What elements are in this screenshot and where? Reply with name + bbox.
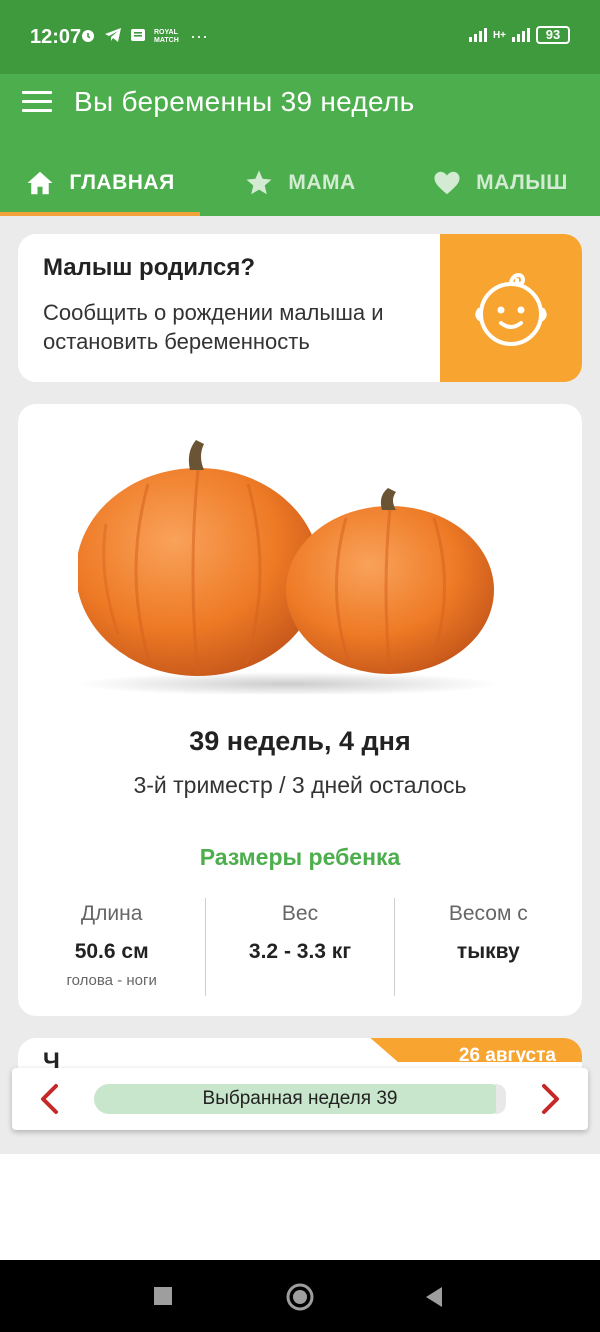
size-value: тыкву [456, 940, 520, 963]
network-type: H+ [492, 29, 506, 41]
back-button-icon[interactable] [424, 1286, 444, 1308]
size-label: Длина [80, 902, 143, 925]
heart-icon [434, 171, 460, 195]
pumpkin-image [78, 440, 498, 694]
signal-icon-2 [512, 28, 530, 42]
system-navigation-bar [0, 1260, 600, 1332]
app-bar: Вы беременны 39 недель ГЛАВНАЯ МАМА МАЛЫ… [0, 74, 600, 216]
content-area: Малыш родился? Сообщить о рождении малыш… [0, 216, 600, 1154]
size-value: 3.2 - 3.3 кг [248, 940, 352, 963]
baby-born-badge [440, 234, 582, 382]
royal-match-icon: ROYAL MATCH [154, 28, 179, 44]
size-compare: Весом с тыкву [393, 898, 582, 996]
tab-baby[interactable]: МАЛЫШ [400, 150, 600, 216]
baby-born-title: Малыш родился? [43, 254, 255, 281]
size-value: 50.6 см [74, 940, 149, 963]
tab-mom-label: МАМА [288, 171, 356, 194]
size-length: Длина 50.6 см голова - ноги [18, 898, 205, 996]
star-icon [246, 170, 272, 195]
size-note: голова - ноги [66, 972, 157, 989]
previous-week-arrow-icon[interactable] [34, 1082, 68, 1116]
tab-main[interactable]: ГЛАВНАЯ [0, 150, 200, 216]
week-title: 39 недель, 4 дня [189, 726, 411, 756]
hamburger-menu-icon[interactable] [22, 91, 52, 115]
week-card: 39 недель, 4 дня 3-й триместр / 3 дней о… [18, 404, 582, 1016]
tab-main-label: ГЛАВНАЯ [69, 171, 175, 194]
size-label: Вес [281, 902, 319, 925]
status-bar: 12:07 ROYAL MATCH ··· H+ 93 [0, 0, 600, 74]
home-button-icon[interactable] [285, 1282, 315, 1312]
week-selector: Выбранная неделя 39 [12, 1068, 588, 1130]
baby-sizes-title: Размеры ребенка [199, 844, 401, 870]
baby-born-card[interactable]: Малыш родился? Сообщить о рождении малыш… [18, 234, 582, 382]
selected-week-label[interactable]: Выбранная неделя 39 [94, 1084, 506, 1114]
tab-mom[interactable]: МАМА [200, 150, 400, 216]
baby-face-icon [475, 273, 547, 346]
alarm-icon [80, 27, 96, 47]
date-tag: 26 августа [370, 1038, 582, 1062]
telegram-icon [104, 27, 122, 47]
tab-bar: ГЛАВНАЯ МАМА МАЛЫШ [0, 150, 600, 216]
news-icon [130, 27, 146, 47]
tab-baby-label: МАЛЫШ [476, 171, 568, 194]
size-label: Весом с [448, 902, 528, 925]
status-notification-icons: ROYAL MATCH ··· [80, 26, 208, 47]
baby-sizes: Длина 50.6 см голова - ноги Вес 3.2 - 3.… [18, 898, 582, 996]
home-icon [27, 171, 53, 195]
baby-born-text: Сообщить о рождении малыша и остановить … [43, 300, 384, 354]
status-system-icons: H+ 93 [468, 26, 570, 44]
status-time: 12:07 [30, 26, 82, 48]
app-title: Вы беременны 39 недель [74, 86, 415, 117]
week-subtitle: 3-й триместр / 3 дней осталось [133, 772, 467, 798]
signal-icon [468, 28, 487, 42]
battery-icon: 93 [536, 26, 570, 44]
recent-apps-icon[interactable] [154, 1287, 172, 1305]
next-week-arrow-icon[interactable] [532, 1082, 566, 1116]
size-weight: Вес 3.2 - 3.3 кг [205, 898, 393, 996]
more-notifications-icon: ··· [190, 26, 208, 46]
